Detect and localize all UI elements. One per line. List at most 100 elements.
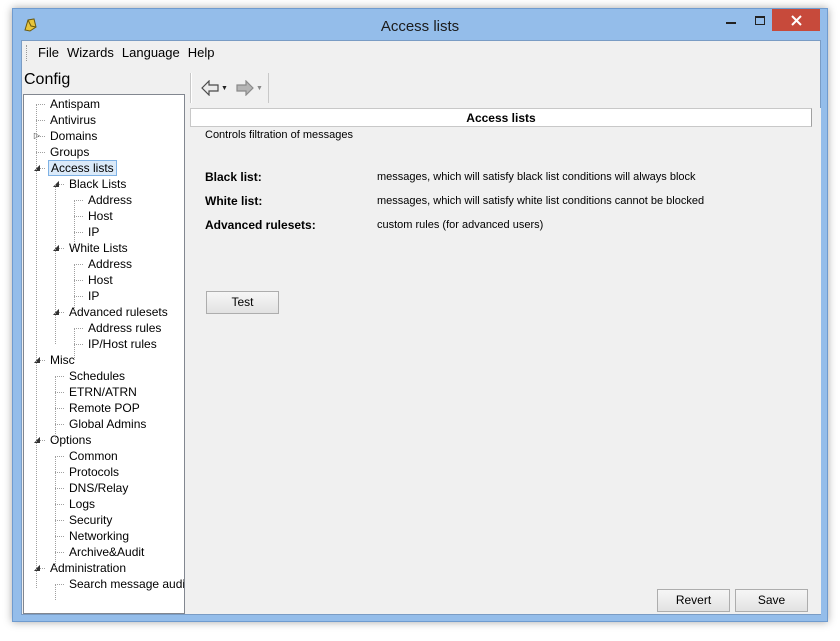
tree-item-label: Protocols — [69, 465, 120, 479]
tree-item[interactable]: IP/Host rules — [86, 336, 159, 352]
tree-item[interactable]: Address rules — [86, 320, 163, 336]
tree-item-label: Logs — [69, 497, 96, 511]
tree-item-label: Common — [69, 449, 118, 463]
forward-button[interactable]: ▼ — [236, 79, 263, 97]
tree-item[interactable]: IP — [86, 288, 101, 304]
tree-connector — [55, 520, 64, 521]
menu-bar: File Wizards Language Help — [22, 41, 820, 65]
tree-connector — [74, 200, 83, 201]
tree-item[interactable]: Host — [86, 208, 115, 224]
tree-item[interactable]: Logs — [67, 496, 97, 512]
close-button[interactable] — [772, 9, 820, 31]
tree-item[interactable]: Access lists — [48, 160, 117, 176]
menu-help[interactable]: Help — [184, 41, 219, 65]
tree-item-label: Remote POP — [69, 401, 140, 415]
tree-connector — [55, 456, 64, 457]
tree-item-label: White Lists — [69, 241, 128, 255]
tree-expanded-icon[interactable]: ◢ — [51, 240, 61, 256]
tree-connector — [55, 472, 64, 473]
tree-item-label: Schedules — [69, 369, 126, 383]
tree-item-label: Archive&Audit — [69, 545, 145, 559]
tree-connector — [55, 584, 64, 585]
white-list-label: White list: — [205, 194, 263, 208]
tree-connector — [36, 120, 45, 121]
tree-item[interactable]: Black Lists — [67, 176, 128, 192]
advanced-rulesets-label: Advanced rulesets: — [205, 218, 316, 232]
tree-connector — [74, 264, 83, 265]
tree-guide-line — [55, 376, 56, 440]
tree-expanded-icon[interactable]: ◢ — [32, 352, 42, 368]
tree-item[interactable]: Security — [67, 512, 114, 528]
tree-item-label: Domains — [50, 129, 98, 143]
tree-guide-line — [74, 264, 75, 312]
tree-item-label: Advanced rulesets — [69, 305, 168, 319]
forward-dropdown-icon[interactable]: ▼ — [256, 85, 263, 92]
tree-item-label: Access lists — [48, 160, 117, 176]
tree-item-label: Address — [88, 193, 133, 207]
tree-item[interactable]: IP — [86, 224, 101, 240]
tree-item[interactable]: Domains — [48, 128, 99, 144]
tree-item-label: Security — [69, 513, 113, 527]
tree-item[interactable]: Common — [67, 448, 120, 464]
tree-item[interactable]: DNS/Relay — [67, 480, 130, 496]
tree-item[interactable]: Address — [86, 256, 134, 272]
save-button[interactable]: Save — [735, 589, 808, 612]
tree-item[interactable]: White Lists — [67, 240, 130, 256]
tree-expanded-icon[interactable]: ◢ — [32, 160, 42, 176]
close-icon — [790, 14, 802, 26]
tree-item[interactable]: Groups — [48, 144, 91, 160]
tree-item-label: IP/Host rules — [88, 337, 157, 351]
tree-connector — [55, 392, 64, 393]
revert-button[interactable]: Revert — [657, 589, 730, 612]
tree-item[interactable]: ETRN/ATRN — [67, 384, 139, 400]
tree-item[interactable]: Antispam — [48, 96, 102, 112]
tree-item[interactable]: Networking — [67, 528, 131, 544]
tree-item[interactable]: Schedules — [67, 368, 127, 384]
tree-item[interactable]: Advanced rulesets — [67, 304, 170, 320]
app-window: Access lists File Wizards Language Help … — [12, 8, 828, 622]
tree-item-label: Administration — [50, 561, 127, 575]
menu-grip-icon — [26, 45, 29, 61]
menu-language[interactable]: Language — [118, 41, 184, 65]
tree-expanded-icon[interactable]: ◢ — [32, 560, 42, 576]
back-dropdown-icon[interactable]: ▼ — [221, 85, 228, 92]
tree-item[interactable]: Address — [86, 192, 134, 208]
config-tree[interactable]: Antispam Antivirus ▷ Domains Groups ◢ Access l… — [23, 94, 185, 614]
tree-item[interactable]: Antivirus — [48, 112, 98, 128]
tree-item-label: DNS/Relay — [69, 481, 129, 495]
maximize-button[interactable] — [746, 9, 774, 31]
tree-connector — [36, 152, 45, 153]
minimize-button[interactable] — [717, 9, 745, 31]
maximize-icon — [755, 15, 765, 25]
tree-expanded-icon[interactable]: ◢ — [32, 432, 42, 448]
back-button[interactable]: ▼ — [201, 79, 228, 97]
menu-wizards[interactable]: Wizards — [63, 41, 118, 65]
title-bar[interactable]: Access lists — [13, 9, 827, 40]
tree-item[interactable]: Global Admins — [67, 416, 148, 432]
main-panel: Access lists Controls filtration of mess… — [190, 108, 821, 614]
advanced-rulesets-text: custom rules (for advanced users) — [377, 219, 544, 231]
tree-item-label: ETRN/ATRN — [69, 385, 137, 399]
tree-collapsed-icon[interactable]: ▷ — [32, 128, 42, 144]
tree-item[interactable]: Administration — [48, 560, 128, 576]
menu-file[interactable]: File — [34, 41, 63, 65]
tree-item-label: Networking — [69, 529, 130, 543]
tree-item[interactable]: Archive&Audit — [67, 544, 146, 560]
section-header: Access lists — [190, 108, 812, 127]
tree-connector — [74, 296, 83, 297]
tree-item-label: Host — [88, 209, 113, 223]
tree-connector — [55, 376, 64, 377]
tree-item[interactable]: Remote POP — [67, 400, 142, 416]
tree-connector — [74, 216, 83, 217]
tree-expanded-icon[interactable]: ◢ — [51, 304, 61, 320]
tree-item[interactable]: Misc — [48, 352, 77, 368]
tree-item[interactable]: Host — [86, 272, 115, 288]
tree-item-label: Misc — [50, 353, 75, 367]
test-button[interactable]: Test — [206, 291, 279, 314]
tree-item[interactable]: Protocols — [67, 464, 121, 480]
tree-item[interactable]: Search message audit — [67, 576, 184, 592]
tree-item-label: Groups — [50, 145, 90, 159]
tree-guide-line — [36, 104, 37, 588]
tree-guide-line — [55, 456, 56, 568]
tree-expanded-icon[interactable]: ◢ — [51, 176, 61, 192]
